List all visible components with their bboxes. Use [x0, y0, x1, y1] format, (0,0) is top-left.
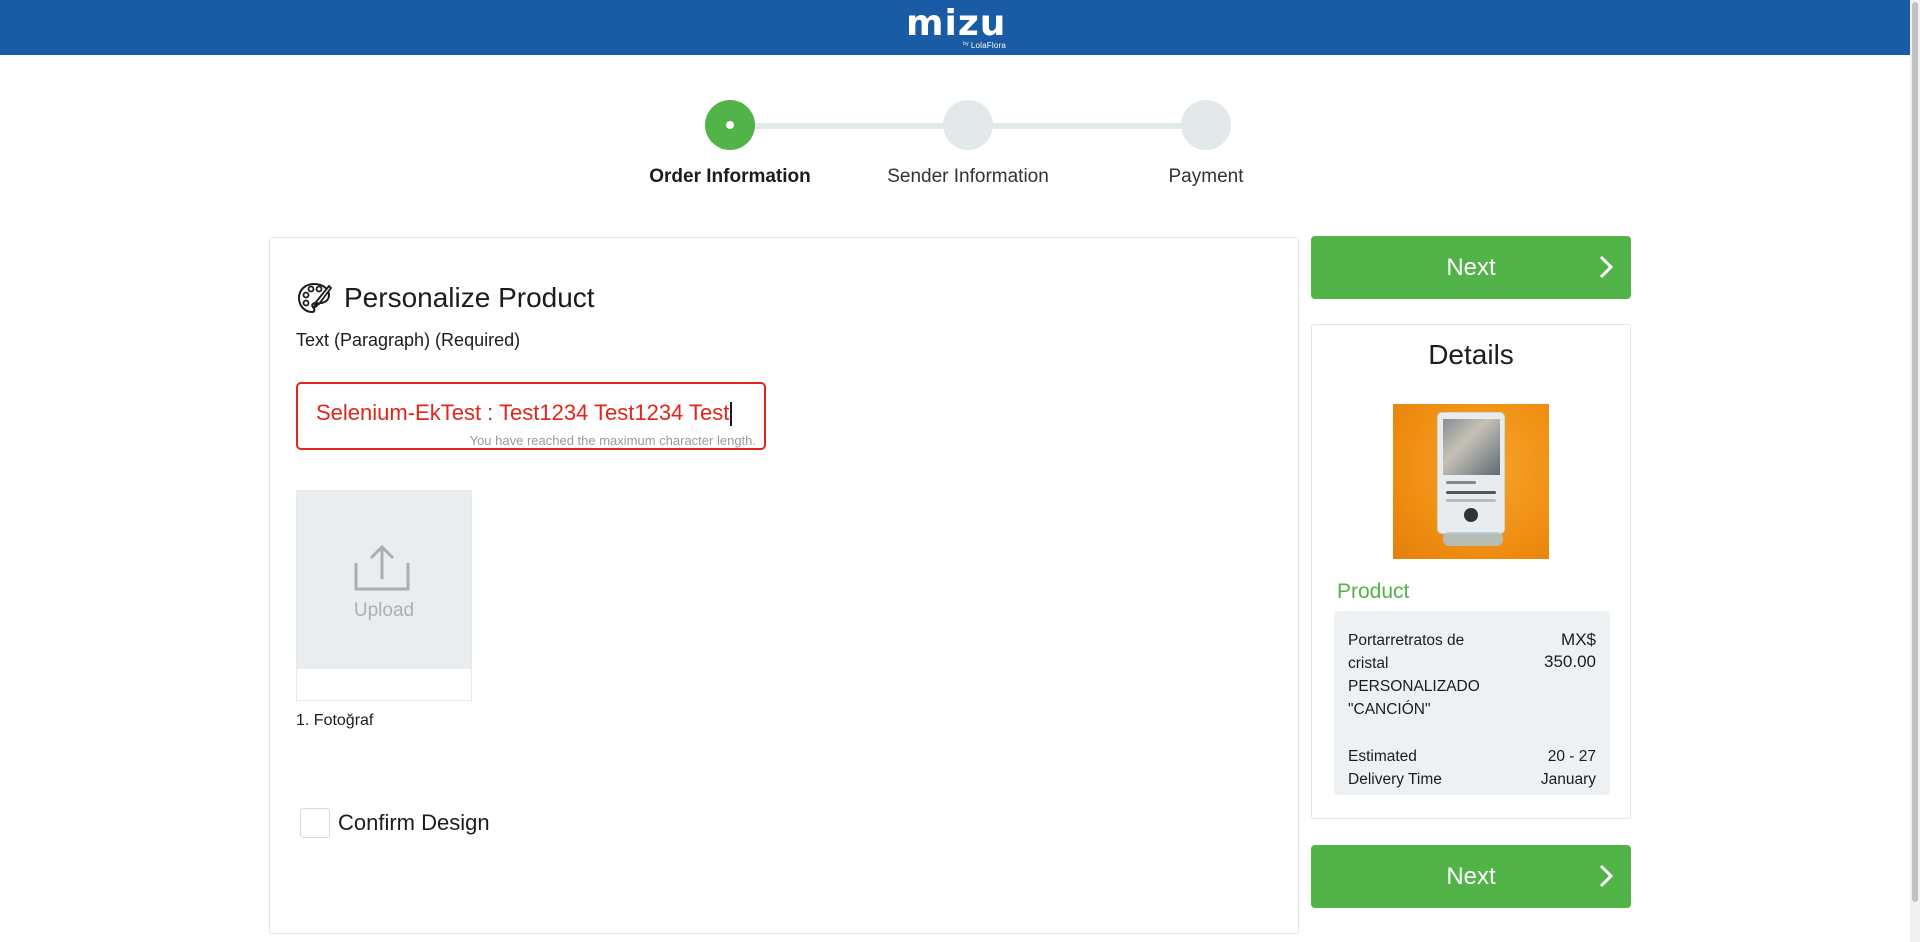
- step-order-information: Order Information: [620, 100, 840, 188]
- confirm-design-label[interactable]: Confirm Design: [338, 810, 490, 836]
- confirm-design-checkbox[interactable]: [300, 808, 330, 838]
- next-button[interactable]: Next: [1311, 845, 1631, 908]
- section-title: Personalize Product: [296, 278, 595, 318]
- palette-icon: [297, 282, 332, 314]
- step-indicator: [1181, 100, 1231, 150]
- personalize-card: Personalize Product Text (Paragraph) (Re…: [269, 237, 1299, 934]
- next-button[interactable]: Next: [1311, 236, 1631, 299]
- step-indicator: [943, 100, 993, 150]
- step-label: Payment: [1168, 166, 1244, 187]
- product-summary: Portarretratos de cristal PERSONALIZADO …: [1334, 611, 1610, 795]
- section-title-text: Personalize Product: [344, 282, 595, 313]
- next-button-label: Next: [1446, 862, 1496, 890]
- photo-upload[interactable]: Upload: [296, 490, 472, 701]
- chevron-right-icon: [1599, 255, 1613, 279]
- text-caret: [730, 402, 733, 427]
- mizu-logo[interactable]: mizu by LolaFlora: [906, 2, 1006, 52]
- price-amount: 350.00: [1544, 652, 1596, 671]
- delivery-value: 20 - 27 January: [1540, 748, 1596, 788]
- product-heading: Product: [1337, 580, 1410, 603]
- top-bar: mizu by LolaFlora: [0, 0, 1910, 55]
- price-currency: MX$: [1561, 630, 1596, 649]
- chevron-right-icon: [1599, 864, 1613, 888]
- text-field-label: Text (Paragraph) (Required): [296, 330, 521, 350]
- step-payment: Payment: [1096, 100, 1316, 188]
- step-sender-information: Sender Information: [858, 100, 1078, 188]
- scrollbar-thumb[interactable]: [1912, 2, 1918, 902]
- product-price: MX$ 350.00: [1516, 629, 1596, 673]
- frame-graphic: [1437, 412, 1505, 534]
- upload-area[interactable]: Upload: [297, 491, 471, 669]
- logo-subtitle: by LolaFlora: [963, 41, 1006, 50]
- step-label: Order Information: [649, 166, 811, 187]
- next-button-label: Next: [1446, 253, 1496, 281]
- details-title: Details: [1428, 339, 1514, 370]
- checkout-stepper: Order Information Sender Information Pay…: [620, 100, 1620, 190]
- product-name: Portarretratos de cristal PERSONALIZADO …: [1348, 632, 1480, 718]
- step-indicator-active: [705, 100, 755, 150]
- details-card: Details Product Portarretratos de crista…: [1311, 324, 1631, 819]
- text-input-value[interactable]: Selenium-EkTest : Test1234 Test1234 Test: [316, 400, 756, 427]
- delivery-label: Estimated Delivery Time: [1348, 748, 1442, 788]
- upload-label: Upload: [353, 600, 415, 621]
- upload-icon: [354, 545, 410, 591]
- product-image: [1393, 404, 1549, 559]
- logo-text: mizu: [906, 3, 1007, 44]
- text-paragraph-input[interactable]: Selenium-EkTest : Test1234 Test1234 Test…: [296, 382, 766, 450]
- step-label: Sender Information: [887, 166, 1049, 187]
- upload-caption: 1. Fotoğraf: [296, 712, 374, 729]
- confirm-design-row[interactable]: Confirm Design: [300, 808, 490, 838]
- max-length-hint: You have reached the maximum character l…: [469, 433, 756, 448]
